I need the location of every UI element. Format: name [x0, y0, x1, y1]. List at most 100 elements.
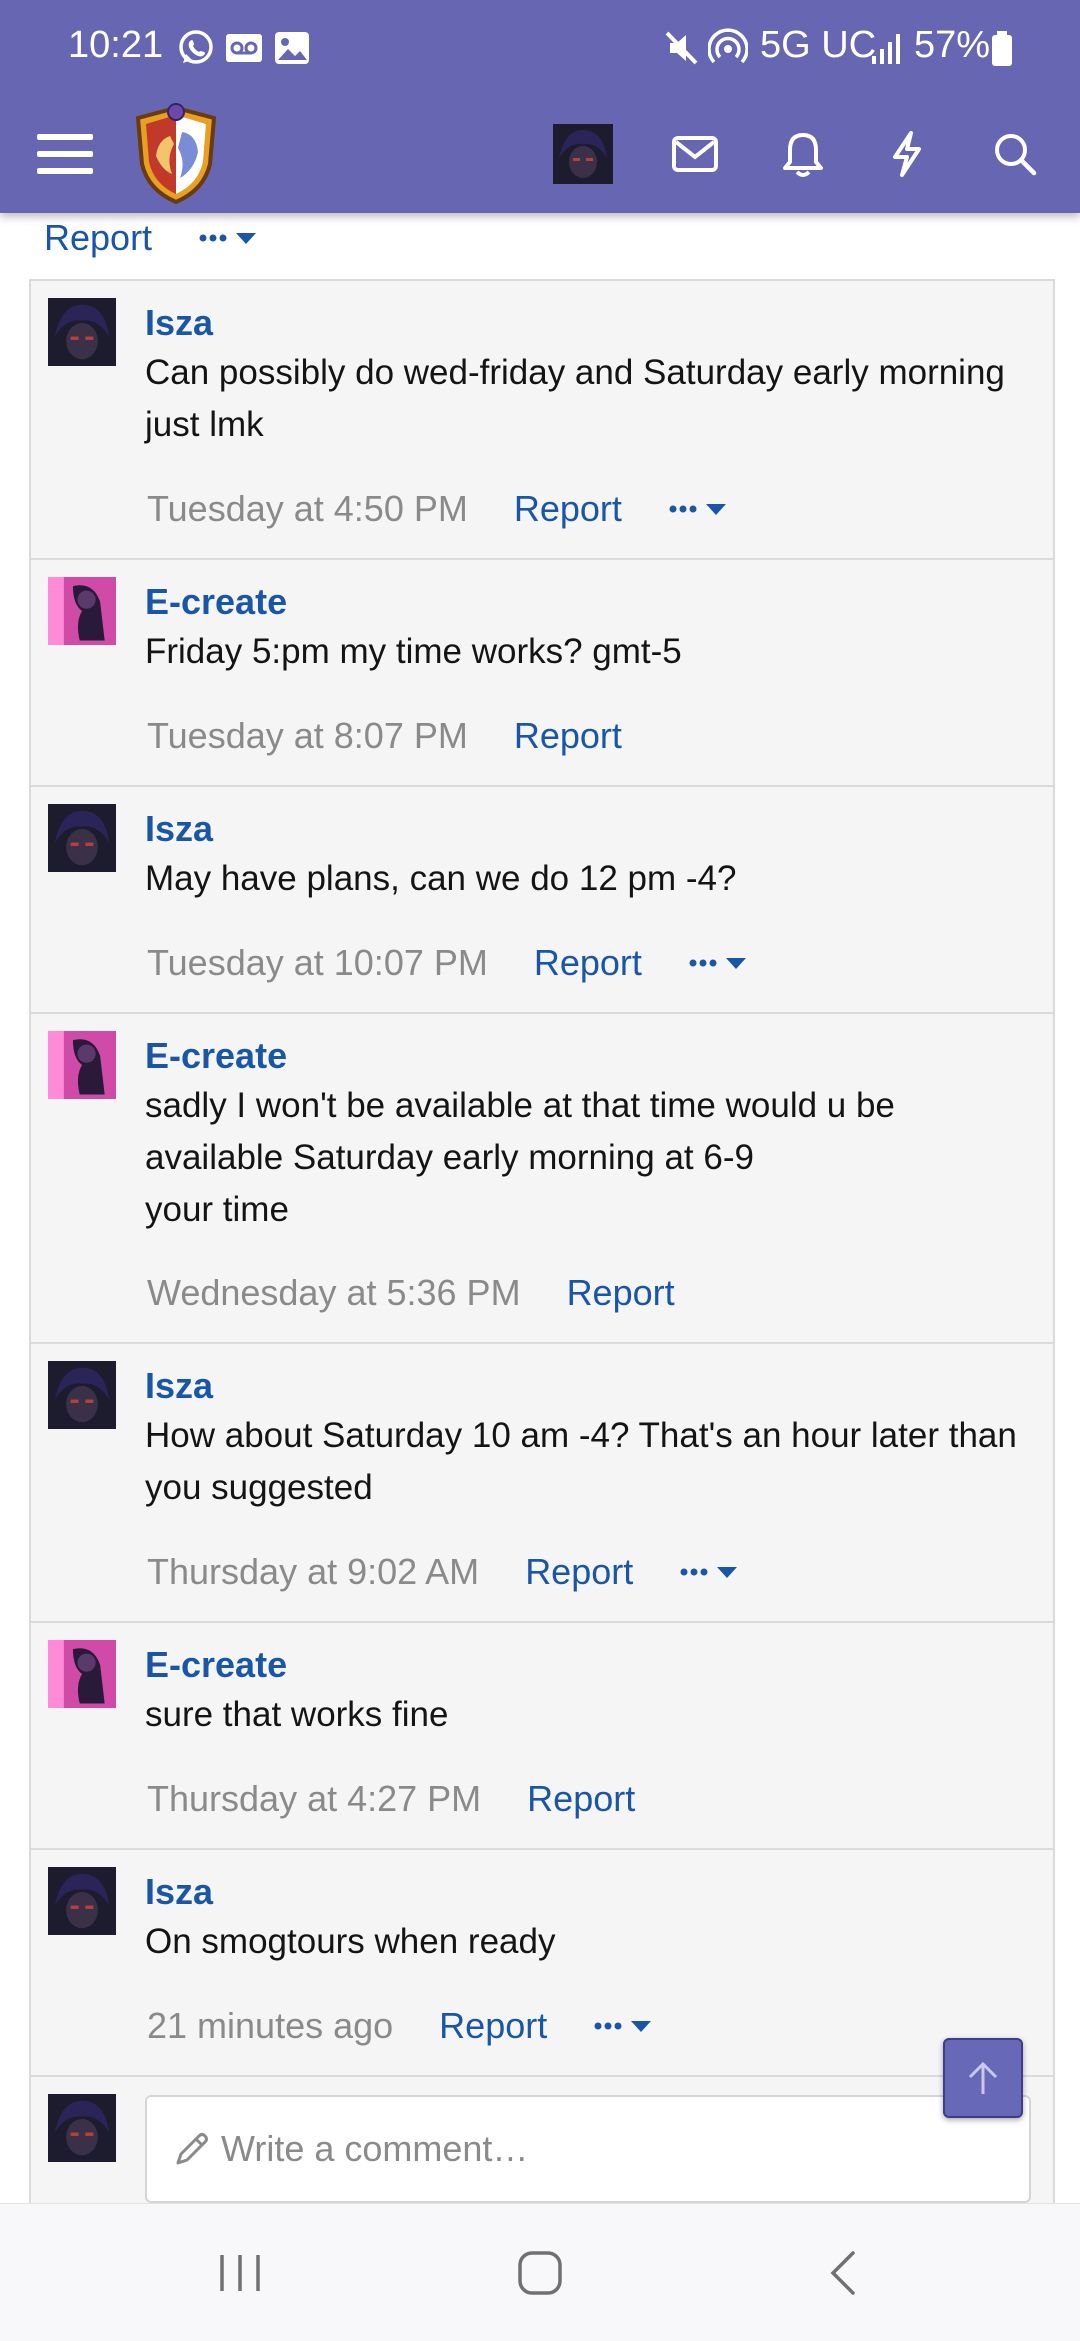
comment-item: Isza On smogtours when ready 21 minutes ag…	[31, 1850, 1053, 2077]
voicemail-notification-icon	[226, 34, 262, 62]
comment-date[interactable]: 21 minutes ago	[147, 2005, 393, 2047]
comment-body: Isza On smogtours when ready	[145, 1870, 1035, 1968]
user-avatar-button[interactable]	[552, 95, 614, 213]
comment-username[interactable]: E-create	[145, 580, 1035, 624]
scroll-to-top-button[interactable]	[943, 2038, 1023, 2118]
nav-row	[0, 95, 1080, 213]
comment-meta: Wednesday at 5:36 PM Report	[147, 1272, 721, 1314]
alerts-button[interactable]	[772, 95, 834, 213]
comment-username[interactable]: Isza	[145, 807, 1035, 851]
comment-date[interactable]: Tuesday at 8:07 PM	[147, 715, 468, 757]
comment-username[interactable]: E-create	[145, 1643, 1035, 1687]
status-bar: 10:21 5G UC 57%	[0, 0, 1080, 95]
avatar	[48, 2094, 116, 2162]
site-logo-icon	[135, 103, 217, 205]
commenter-avatar[interactable]	[48, 298, 116, 366]
inbox-button[interactable]	[664, 95, 726, 213]
search-icon	[995, 134, 1037, 176]
report-link[interactable]: Report	[439, 2005, 547, 2047]
menu-icon	[37, 134, 93, 174]
comment-item: E-create Friday 5:pm my time works? gmt-5…	[31, 560, 1053, 787]
back-button[interactable]	[802, 2204, 882, 2341]
comment-username[interactable]: Isza	[145, 1870, 1035, 1914]
comment-text: How about Saturday 10 am -4? That's an h…	[145, 1416, 1017, 1507]
comment-text: sadly I won't be available at that time …	[145, 1086, 895, 1229]
report-link[interactable]: Report	[44, 217, 152, 259]
comment-thread: Report Isza Can possibly do wed-friday an…	[0, 213, 1080, 2203]
comment-item: E-create sure that works fine Thursday at …	[31, 1623, 1053, 1850]
avatar	[48, 1361, 116, 1429]
avatar	[48, 1867, 116, 1935]
commenter-avatar[interactable]	[48, 804, 116, 872]
bolt-icon	[893, 131, 921, 177]
commenter-avatar[interactable]	[48, 577, 116, 645]
comment-date[interactable]: Thursday at 4:27 PM	[147, 1778, 481, 1820]
commenter-avatar[interactable]	[48, 1361, 116, 1429]
comment-username[interactable]: E-create	[145, 1034, 1035, 1078]
system-navigation-bar	[0, 2203, 1080, 2341]
battery-icon	[992, 31, 1012, 66]
comment-body: E-create sadly I won't be available at th…	[145, 1034, 1035, 1236]
more-options-button[interactable]	[679, 1562, 743, 1582]
comment-date[interactable]: Tuesday at 10:07 PM	[147, 942, 488, 984]
report-link[interactable]: Report	[567, 1272, 675, 1314]
more-options-button[interactable]	[688, 953, 752, 973]
comment-text: May have plans, can we do 12 pm -4?	[145, 859, 737, 898]
comment-body: E-create Friday 5:pm my time works? gmt-5	[145, 580, 1035, 678]
more-options-button[interactable]	[198, 228, 262, 248]
search-button[interactable]	[982, 95, 1048, 213]
back-chevron-icon	[830, 2250, 855, 2295]
arrow-up-icon	[968, 2061, 998, 2094]
comment-placeholder: Write a comment…	[221, 2128, 529, 2169]
status-time: 10:21	[68, 24, 164, 66]
site-logo[interactable]	[128, 95, 224, 213]
avatar	[48, 1031, 116, 1099]
report-link[interactable]: Report	[514, 488, 622, 530]
report-link[interactable]: Report	[525, 1551, 633, 1593]
network-type: 5G UC	[760, 24, 877, 66]
comment-text: sure that works fine	[145, 1695, 449, 1734]
more-dots-icon	[680, 1567, 738, 1578]
more-dots-icon	[689, 958, 746, 969]
comment-composer: Write a comment…	[31, 2077, 1053, 2203]
envelope-icon	[672, 136, 718, 172]
bell-icon	[783, 133, 823, 177]
avatar	[48, 804, 116, 872]
commenter-avatar[interactable]	[48, 1640, 116, 1708]
comment-body: Isza Can possibly do wed-friday and Satur…	[145, 301, 1035, 451]
whats-new-button[interactable]	[876, 95, 938, 213]
comment-date[interactable]: Tuesday at 4:50 PM	[147, 488, 468, 530]
menu-button[interactable]	[30, 95, 100, 213]
comment-body: Isza May have plans, can we do 12 pm -4?	[145, 807, 1035, 905]
comment-username[interactable]: Isza	[145, 1364, 1035, 1408]
comment-date[interactable]: Thursday at 9:02 AM	[147, 1551, 479, 1593]
comment-date[interactable]: Wednesday at 5:36 PM	[147, 1272, 521, 1314]
more-options-button[interactable]	[593, 2016, 657, 2036]
comment-text: Can possibly do wed-friday and Saturday …	[145, 353, 1005, 444]
comment-item: Isza How about Saturday 10 am -4? That's …	[31, 1344, 1053, 1623]
report-link[interactable]: Report	[527, 1778, 635, 1820]
battery-percent: 57%	[914, 24, 991, 66]
more-dots-icon	[594, 2021, 652, 2032]
gallery-notification-icon	[275, 32, 309, 64]
home-button[interactable]	[500, 2204, 580, 2341]
report-link[interactable]: Report	[514, 715, 622, 757]
current-user-avatar	[48, 2094, 116, 2162]
commenter-avatar[interactable]	[48, 1867, 116, 1935]
report-link[interactable]: Report	[534, 942, 642, 984]
avatar	[48, 577, 116, 645]
recent-apps-icon	[220, 2254, 260, 2291]
commenter-avatar[interactable]	[48, 1031, 116, 1099]
recent-apps-button[interactable]	[200, 2204, 280, 2341]
comment-list: Isza Can possibly do wed-friday and Satur…	[29, 279, 1055, 2203]
home-icon	[518, 2250, 562, 2295]
comment-input[interactable]: Write a comment…	[145, 2095, 1031, 2203]
whatsapp-notification-icon	[179, 30, 213, 64]
more-options-button[interactable]	[668, 499, 732, 519]
app-header: 10:21 5G UC 57%	[0, 0, 1080, 213]
comment-item: Isza May have plans, can we do 12 pm -4? T…	[31, 787, 1053, 1014]
more-dots-icon	[199, 233, 257, 244]
avatar	[48, 298, 116, 366]
previous-post-footer: Report	[44, 213, 262, 263]
comment-username[interactable]: Isza	[145, 301, 1035, 345]
